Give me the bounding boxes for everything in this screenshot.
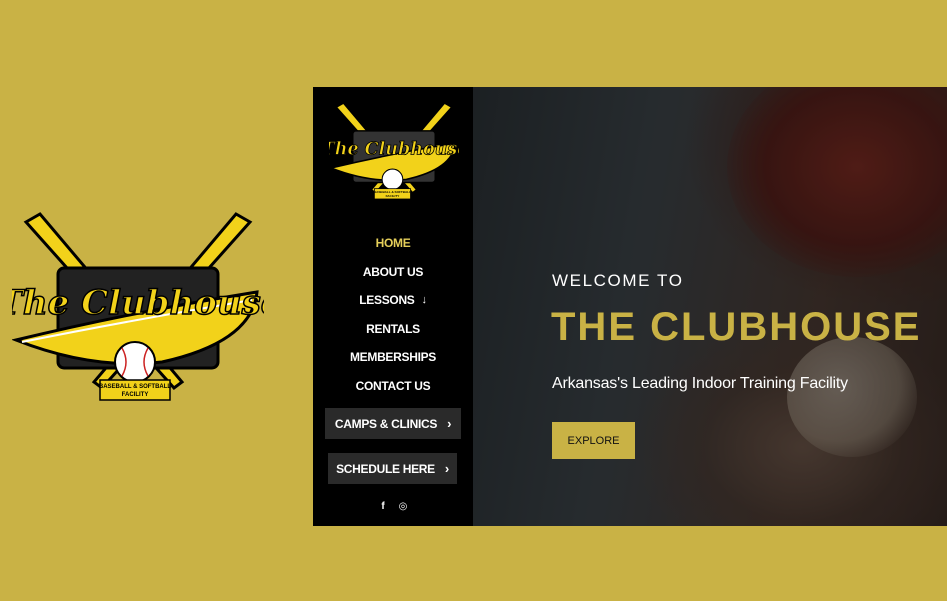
sidebar: BASEBALL & SOFTBALL FACILITY The Clubhou…: [313, 87, 473, 526]
sidebar-logo[interactable]: BASEBALL & SOFTBALL FACILITY The Clubhou…: [321, 101, 469, 201]
main-nav: HOME ABOUT US LESSONS ↓ RENTALS MEMBERSHI…: [313, 229, 473, 400]
schedule-here-button[interactable]: SCHEDULE HERE ›: [328, 453, 457, 484]
instagram-icon[interactable]: ◎: [398, 501, 408, 512]
nav-item-rentals[interactable]: RENTALS: [313, 315, 473, 344]
baseball-icon: [381, 168, 404, 191]
explore-button[interactable]: EXPLORE: [552, 422, 635, 459]
logo-graphic-small: BASEBALL & SOFTBALL FACILITY The Clubhou…: [321, 102, 469, 200]
baseball-icon: [114, 341, 156, 383]
logo-tagline-1: BASEBALL & SOFTBALL: [99, 384, 172, 390]
logo-graphic: BASEBALL & SOFTBALL FACILITY The Clubhou…: [0, 212, 283, 401]
camps-clinics-label: CAMPS & CLINICS: [334, 416, 438, 431]
nav-item-label: ABOUT US: [362, 264, 424, 279]
sidebar-logo-wordmark: The Clubhouse: [329, 140, 459, 160]
nav-item-home[interactable]: HOME: [313, 229, 473, 258]
sidebar-logo-tagline-1: BASEBALL & SOFTBALL: [374, 190, 411, 194]
nav-item-label: MEMBERSHIPS: [349, 350, 437, 365]
nav-item-contact-us[interactable]: CONTACT US: [313, 372, 473, 401]
arrow-down-icon: ↓: [421, 294, 428, 307]
nav-item-label: HOME: [375, 236, 411, 251]
hero-welcome: WELCOME TO: [552, 271, 684, 290]
chevron-right-icon: ›: [444, 461, 449, 476]
nav-item-memberships[interactable]: MEMBERSHIPS: [313, 343, 473, 372]
facebook-icon[interactable]: f: [378, 501, 388, 512]
nav-item-label: LESSONS: [359, 293, 415, 308]
nav-item-label: CONTACT US: [355, 378, 431, 393]
nav-item-label: RENTALS: [366, 321, 420, 336]
logo-wordmark: The Clubhouse: [12, 283, 264, 323]
logo-tagline-2: FACILITY: [122, 392, 149, 398]
hero-subtitle: Arkansas's Leading Indoor Training Facil…: [552, 375, 848, 392]
website-preview: BASEBALL & SOFTBALL FACILITY The Clubhou…: [313, 87, 947, 526]
sidebar-logo-tagline-2: FACILITY: [386, 194, 400, 198]
clubhouse-logo-large: BASEBALL & SOFTBALL FACILITY The Clubhou…: [0, 212, 283, 402]
hero-title: THE CLUBHOUSE: [551, 305, 922, 349]
social-links: f ◎: [313, 501, 473, 512]
camps-clinics-button[interactable]: CAMPS & CLINICS ›: [325, 408, 461, 439]
chevron-right-icon: ›: [447, 416, 452, 431]
nav-item-about-us[interactable]: ABOUT US: [313, 258, 473, 287]
nav-item-lessons[interactable]: LESSONS ↓: [313, 286, 473, 315]
hero-section: WELCOME TO THE CLUBHOUSE Arkansas's Lead…: [473, 87, 947, 526]
schedule-here-label: SCHEDULE HERE: [336, 461, 435, 476]
